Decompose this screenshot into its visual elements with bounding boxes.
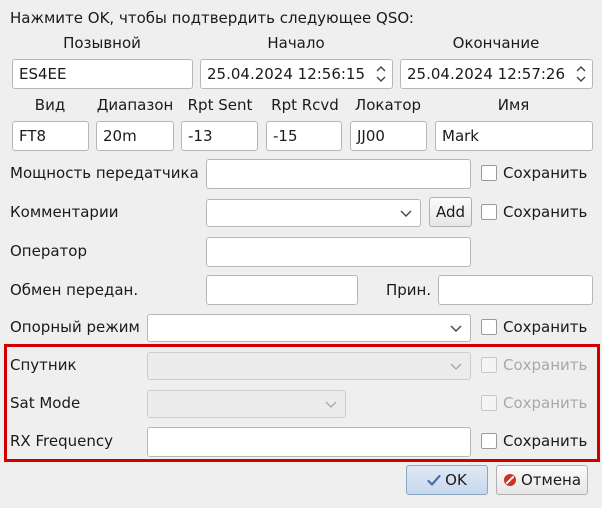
save-label: Сохранить <box>503 356 588 374</box>
chevron-down-icon <box>324 397 338 411</box>
locator-field[interactable]: JJ00 <box>350 121 427 151</box>
comments-label: Комментарии <box>10 203 119 221</box>
name-label: Имя <box>497 96 530 114</box>
end-datetime-field[interactable]: 25.04.2024 12:57:26 <box>400 59 593 89</box>
rpt-sent-label: Rpt Sent <box>187 96 253 114</box>
sat-mode-label: Sat Mode <box>10 394 81 412</box>
cancel-button[interactable]: Отмена <box>496 465 588 495</box>
end-datetime-value: 25.04.2024 12:57:26 <box>407 65 566 83</box>
callsign-field[interactable]: ES4EE <box>12 59 193 89</box>
prop-mode-label: Опорный режим <box>10 318 140 336</box>
rx-frequency-save-checkbox[interactable] <box>481 433 497 449</box>
prop-mode-combo[interactable] <box>147 314 471 342</box>
tx-power-label: Мощность передатчика <box>10 164 199 182</box>
rpt-rcvd-field[interactable]: -15 <box>266 121 342 151</box>
exch-rcvd-field[interactable] <box>438 275 593 305</box>
spin-updown-icon[interactable] <box>374 63 388 85</box>
operator-label: Оператор <box>10 242 87 260</box>
name-field[interactable]: Mark <box>435 121 593 151</box>
rpt-sent-field[interactable]: -13 <box>181 121 258 151</box>
save-label: Сохранить <box>503 318 588 336</box>
band-field[interactable]: 20m <box>96 121 174 151</box>
chevron-down-icon <box>399 206 413 220</box>
chevron-down-icon <box>449 321 463 335</box>
mode-field[interactable]: FT8 <box>12 121 89 151</box>
save-label: Сохранить <box>503 203 588 221</box>
comments-combo[interactable] <box>206 199 421 227</box>
sat-mode-combo[interactable] <box>147 390 346 418</box>
add-button[interactable]: Add <box>429 197 472 227</box>
ok-label: OK <box>445 471 467 489</box>
rx-frequency-field[interactable] <box>147 427 471 457</box>
confirm-prompt: Нажмите OK, чтобы подтвердить следующее … <box>10 9 414 27</box>
save-label: Сохранить <box>503 432 588 450</box>
save-label: Сохранить <box>503 394 588 412</box>
satellite-save-checkbox[interactable] <box>481 357 497 373</box>
spin-updown-icon[interactable] <box>574 63 588 85</box>
mode-label: Вид <box>34 96 66 114</box>
chevron-down-icon <box>449 359 463 373</box>
band-label: Диапазон <box>96 96 174 114</box>
ok-button[interactable]: OK <box>406 465 488 495</box>
satellite-label: Спутник <box>10 356 77 374</box>
exch-sent-label: Обмен передан. <box>10 281 139 299</box>
operator-field[interactable] <box>206 237 471 267</box>
tx-power-field[interactable] <box>206 159 471 189</box>
exch-sent-field[interactable] <box>206 275 358 305</box>
locator-label: Локатор <box>354 96 422 114</box>
sat-mode-save-checkbox[interactable] <box>481 395 497 411</box>
rpt-rcvd-label: Rpt Rcvd <box>271 96 339 114</box>
cancel-icon <box>503 468 517 496</box>
end-label: Окончание <box>452 34 540 52</box>
start-datetime-field[interactable]: 25.04.2024 12:56:15 <box>200 59 393 89</box>
tx-power-save-checkbox[interactable] <box>481 165 497 181</box>
start-datetime-value: 25.04.2024 12:56:15 <box>207 65 366 83</box>
checkmark-icon <box>427 468 441 496</box>
exch-rcvd-label: Прин. <box>386 281 432 299</box>
satellite-combo[interactable] <box>147 352 471 380</box>
prop-mode-save-checkbox[interactable] <box>481 319 497 335</box>
save-label: Сохранить <box>503 164 588 182</box>
callsign-label: Позывной <box>63 34 141 52</box>
rx-frequency-label: RX Frequency <box>10 432 113 450</box>
comments-save-checkbox[interactable] <box>481 204 497 220</box>
cancel-label: Отмена <box>520 471 582 489</box>
start-label: Начало <box>267 34 325 52</box>
